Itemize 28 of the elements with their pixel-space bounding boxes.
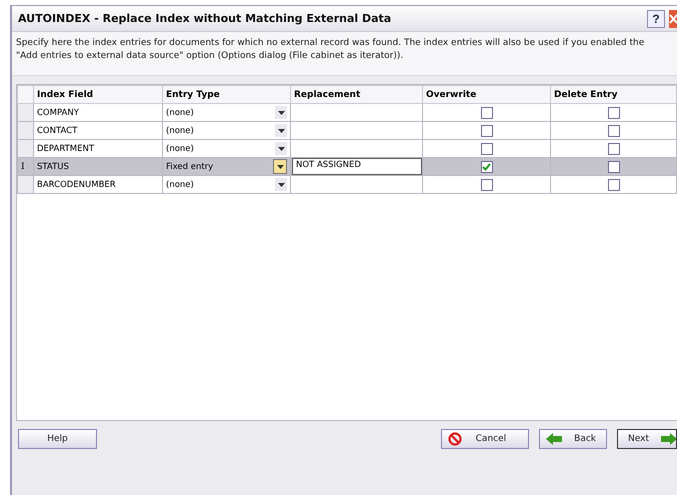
table-row[interactable]: BARCODENUMBER (none)	[18, 176, 676, 194]
table-row[interactable]: I STATUS Fixed entry NOT ASSIGNED	[18, 158, 676, 176]
table-cell: (none)	[166, 108, 194, 118]
column-header: Overwrite	[422, 86, 550, 104]
table-cell: STATUS	[37, 162, 69, 172]
column-header: Entry Type	[162, 86, 290, 104]
help-button[interactable]: ?	[647, 10, 665, 28]
table-cell: COMPANY	[37, 108, 79, 118]
description-text: Specify here the index entries for documents for which no external record was found. The index entries will also be used if you enabled the "Add entries to external data source" option (Options dialog (File cabinet as iterator)).	[12, 32, 677, 76]
back-button[interactable]: Back	[539, 429, 607, 449]
input-field[interactable]: NOT ASSIGNED	[292, 158, 422, 174]
next-button[interactable]: Next	[617, 429, 677, 449]
table-cell: BARCODENUMBER	[37, 180, 116, 190]
table-cell: (none)	[166, 144, 194, 154]
table-cell: (none)	[166, 126, 194, 136]
column-header: Replacement	[290, 86, 422, 104]
table-cell: Fixed entry	[166, 162, 214, 172]
table-cell: (none)	[166, 180, 194, 190]
table-cell: DEPARTMENT	[37, 144, 94, 154]
table-cell: CONTACT	[37, 126, 78, 136]
column-header: Delete Entry	[550, 86, 676, 104]
column-header: Index Field	[34, 86, 162, 104]
row-marker: I	[20, 162, 25, 172]
cancel-button[interactable]: Cancel	[440, 429, 530, 449]
table-row[interactable]: COMPANY (none)	[18, 104, 676, 122]
help-button[interactable]: Help	[18, 429, 97, 449]
table-row[interactable]: CONTACT (none)	[18, 122, 676, 140]
window-title: AUTOINDEX - Replace Index without Matching External Data	[18, 12, 392, 25]
